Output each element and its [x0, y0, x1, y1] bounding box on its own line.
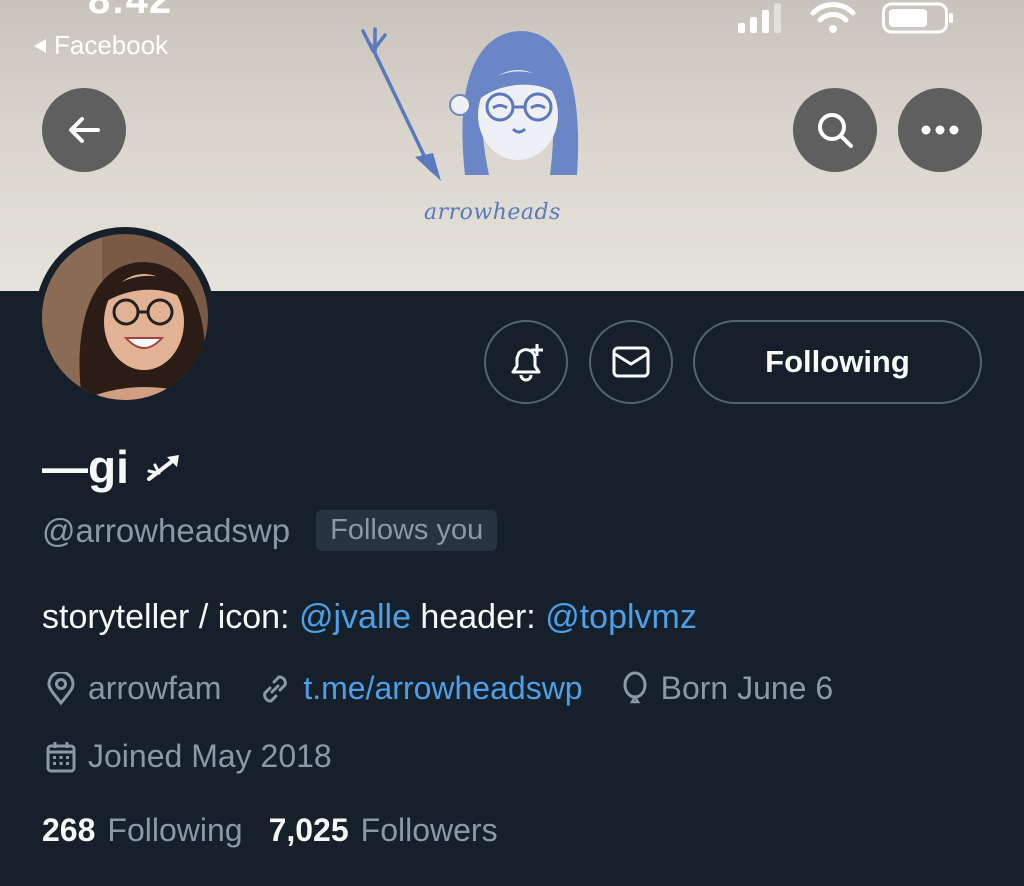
- bio-text-2: header:: [410, 598, 546, 636]
- status-icons: [738, 2, 954, 34]
- followers-stat[interactable]: 7,025 Followers: [269, 812, 498, 849]
- back-arrow-icon: [69, 117, 100, 143]
- battery-icon: [882, 2, 953, 34]
- back-button[interactable]: [42, 88, 126, 172]
- arrow-emoji-icon: [146, 455, 179, 481]
- mail-icon: [612, 346, 650, 378]
- profile-meta-row: arrowfam t.me/arrowheadswp Born June 6: [44, 670, 833, 707]
- website-link[interactable]: t.me/arrowheadswp: [303, 670, 582, 707]
- search-icon: [818, 113, 853, 148]
- location-text: arrowfam: [88, 670, 222, 706]
- more-icon: [921, 125, 959, 135]
- display-name-text: —gi: [42, 441, 129, 493]
- back-app-label: Facebook: [54, 30, 169, 60]
- following-label: Following: [107, 812, 243, 848]
- notifications-button[interactable]: [484, 320, 568, 404]
- logo-drawing-icon: [361, 27, 579, 181]
- profile-avatar[interactable]: [35, 227, 215, 407]
- following-count: 268: [42, 812, 96, 848]
- signal-icon: [738, 3, 781, 33]
- followers-label: Followers: [360, 812, 498, 848]
- following-button[interactable]: Following: [693, 320, 982, 404]
- status-time: 8:42: [88, 0, 173, 22]
- wifi-icon: [810, 2, 856, 33]
- balloon-icon: [623, 671, 647, 703]
- joined-item: Joined May 2018: [44, 738, 332, 775]
- back-triangle-icon: [34, 38, 46, 53]
- handle-row: @arrowheadswp Follows you: [42, 510, 498, 551]
- link-icon: [263, 675, 288, 702]
- display-name: —gi: [42, 440, 185, 494]
- more-options-button[interactable]: [898, 88, 982, 172]
- follow-stats: 268 Following 7,025 Followers: [42, 812, 498, 849]
- avatar-photo: [42, 234, 208, 400]
- location-item: arrowfam: [44, 670, 221, 707]
- location-pin-icon: [47, 671, 75, 705]
- birthday-item: Born June 6: [619, 670, 834, 707]
- logo-caption: arrowheads: [424, 200, 561, 225]
- bio-mention-toplvmz[interactable]: @toplvmz: [545, 598, 697, 636]
- bio: storyteller / icon: @jvalle header: @top…: [42, 598, 697, 637]
- notification-bell-icon: [511, 344, 543, 382]
- joined-row: Joined May 2018: [44, 738, 332, 775]
- avatar-photo-icon: [42, 234, 208, 400]
- follows-you-badge: Follows you: [316, 510, 498, 551]
- user-handle: @arrowheadswp: [42, 511, 291, 549]
- bio-text-1: storyteller / icon:: [42, 598, 299, 636]
- website-item[interactable]: t.me/arrowheadswp: [257, 670, 583, 707]
- followers-count: 7,025: [268, 812, 349, 848]
- following-stat[interactable]: 268 Following: [42, 812, 243, 849]
- birthday-text: Born June 6: [660, 670, 834, 706]
- calendar-icon: [46, 741, 76, 772]
- joined-text: Joined May 2018: [88, 738, 332, 774]
- back-to-app-link[interactable]: Facebook: [34, 30, 168, 61]
- search-button[interactable]: [793, 88, 877, 172]
- bio-mention-jvalle[interactable]: @jvalle: [299, 598, 411, 636]
- message-button[interactable]: [589, 320, 673, 404]
